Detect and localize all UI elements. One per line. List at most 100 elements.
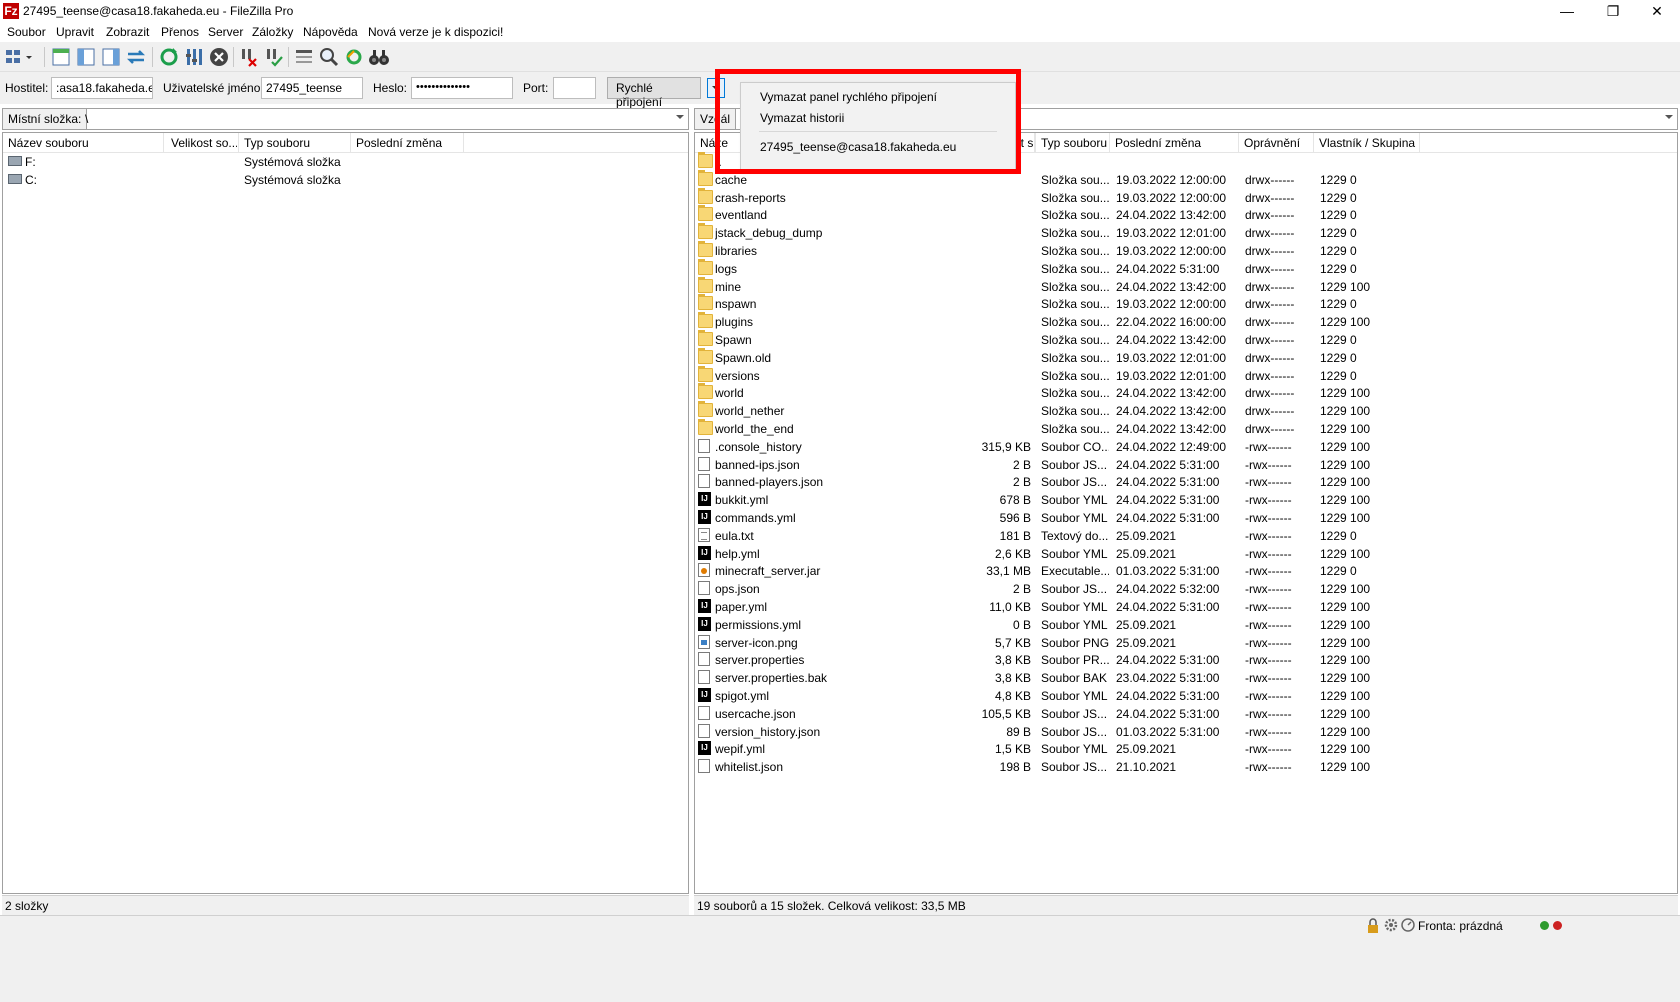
local-col-name[interactable]: Název souboru [8, 136, 158, 152]
menu-new-version[interactable]: Nová verze je k dispozici! [368, 25, 503, 39]
remote-row-size: 2 B [1012, 457, 1031, 472]
local-path-input[interactable]: \ [85, 112, 88, 126]
remote-row-owner: 1229 0 [1320, 350, 1357, 365]
remote-row[interactable]: banned-ips.json 2 B Soubor JS... 24.04.2022… [695, 456, 1677, 474]
directory-comparison-icon[interactable] [368, 46, 390, 68]
remote-row[interactable]: IJ spigot.yml 4,8 KB Soubor YML 24.04.2022 5… [695, 687, 1677, 705]
remote-row[interactable]: IJ permissions.yml 0 B Soubor YML 25.09.2021… [695, 616, 1677, 634]
folder-icon [698, 294, 713, 311]
chevron-down-icon[interactable] [676, 115, 684, 119]
remote-row[interactable]: server.properties.bak 3,8 KB Soubor BAK 23.… [695, 669, 1677, 687]
remote-path-label: Vzdál [695, 109, 737, 129]
window-title: 27495_teense@casa18.fakaheda.eu - FileZi… [23, 4, 294, 18]
remote-row[interactable]: banned-players.json 2 B Soubor JS... 24.04.… [695, 473, 1677, 491]
remote-row[interactable]: version_history.json 89 B Soubor JS... 01.0… [695, 723, 1677, 741]
remote-row[interactable]: cache Složka sou... 19.03.2022 12:00:00 drw… [695, 169, 1677, 189]
remote-row[interactable]: usercache.json 105,5 KB Soubor JS... 24.04.… [695, 705, 1677, 723]
port-input[interactable] [553, 77, 596, 99]
remote-col-owner[interactable]: Vlastník / Skupina [1319, 136, 1419, 152]
remote-row[interactable]: ops.json 2 B Soubor JS... 24.04.2022 5:32:0… [695, 580, 1677, 598]
restore-button[interactable]: ❐ [1590, 0, 1636, 22]
close-window-button[interactable]: ✕ [1634, 0, 1680, 22]
remote-row[interactable]: eula.txt 181 B Textový do... 25.09.2021 -rwx… [695, 527, 1677, 545]
quickconnect-history-dropdown[interactable] [707, 78, 725, 98]
remote-row[interactable]: IJ wepif.yml 1,5 KB Soubor YML 25.09.2021 -rw… [695, 740, 1677, 758]
remote-row[interactable]: world_nether Složka sou... 24.04.2022 13:4… [695, 401, 1677, 420]
remote-col-modified[interactable]: Poslední změna [1115, 136, 1235, 152]
remote-row-type: Složka sou... [1041, 297, 1109, 312]
password-input[interactable]: •••••••••••••• [411, 77, 513, 99]
host-input[interactable]: :asa18.fakaheda.eu [51, 77, 153, 99]
remote-row[interactable]: eventland Složka sou... 24.04.2022 13:42:0… [695, 205, 1677, 224]
remote-col-permissions[interactable]: Oprávnění [1244, 136, 1312, 152]
jar-file-icon [698, 563, 710, 578]
remote-row-size: 3,8 KB [994, 653, 1031, 668]
username-input[interactable]: 27495_teense [261, 77, 363, 99]
local-file-list[interactable]: Název souboru Velikost so... Typ souboru… [2, 132, 689, 894]
transfer-queue-icon[interactable] [125, 46, 147, 68]
remote-row[interactable]: IJ bukkit.yml 678 B Soubor YML 24.04.2022 5:… [695, 491, 1677, 509]
menu-zalozky[interactable]: Záložky [252, 25, 293, 39]
remote-row[interactable]: nspawn Složka sou... 19.03.2022 12:00:00 dr… [695, 294, 1677, 313]
remote-row-type: Soubor YML [1041, 600, 1108, 614]
menu-napoveda[interactable]: Nápověda [303, 25, 358, 39]
remote-row[interactable]: Spawn.old Složka sou... 19.03.2022 12:01:0… [695, 347, 1677, 367]
remote-row[interactable]: plugins Složka sou... 22.04.2022 16:00:00 d… [695, 312, 1677, 331]
refresh-icon[interactable] [158, 46, 180, 68]
remote-row[interactable]: jstack_debug_dump Složka sou... 19.03.2022… [695, 223, 1677, 242]
remote-row[interactable]: IJ paper.yml 11,0 KB Soubor YML 24.04.2022 5… [695, 598, 1677, 616]
remote-row[interactable]: logs Složka sou... 24.04.2022 5:31:00 drwx-… [695, 258, 1677, 278]
remote-row[interactable]: server.properties 3,8 KB Soubor PR... 24.04… [695, 651, 1677, 669]
minimize-button[interactable]: — [1544, 0, 1590, 22]
remote-row[interactable]: IJ commands.yml 596 B Soubor YML 24.04.2022 … [695, 509, 1677, 527]
menu-server[interactable]: Server [208, 25, 243, 39]
search-files-icon[interactable] [318, 46, 340, 68]
local-row[interactable]: F: Systémová složka [3, 153, 688, 171]
menu-clear-history[interactable]: Vymazat historii [742, 108, 1014, 128]
menu-soubor[interactable]: Soubor [7, 25, 46, 39]
local-col-modified[interactable]: Poslední změna [356, 136, 456, 152]
menu-prenos[interactable]: Přenos [161, 25, 199, 39]
remote-row[interactable]: .console_history 315,9 KB Soubor CO... 24.0… [695, 438, 1677, 456]
remote-row-size: 2 B [1012, 582, 1031, 597]
quickconnect-button[interactable]: Rychlé připojení [607, 77, 701, 109]
title-bar: Fz 27495_teense@casa18.fakaheda.eu - Fil… [0, 0, 1680, 22]
toggle-log-icon[interactable] [50, 46, 72, 68]
process-queue-icon[interactable] [183, 46, 205, 68]
local-row[interactable]: C: Systémová složka [3, 171, 688, 189]
disconnect-icon[interactable] [238, 46, 260, 68]
local-col-type[interactable]: Typ souboru [244, 136, 344, 152]
remote-file-list[interactable]: Náze elikost s... Typ souboru Poslední z… [694, 132, 1678, 894]
remote-row[interactable]: libraries Složka sou... 19.03.2022 12:00:0… [695, 241, 1677, 260]
remote-row-size: 0 B [1012, 617, 1031, 632]
local-col-size[interactable]: Velikost so... [171, 136, 237, 152]
directory-listing-filters-icon[interactable] [293, 46, 315, 68]
remote-row-name: libraries [715, 244, 758, 258]
remote-row[interactable]: crash-reports Složka sou... 19.03.2022 12:… [695, 187, 1677, 207]
toggle-remote-tree-icon[interactable] [100, 46, 122, 68]
remote-row[interactable]: IJ help.yml 2,6 KB Soubor YML 25.09.2021 -rwx… [695, 545, 1677, 563]
site-manager-icon[interactable] [4, 46, 32, 68]
remote-row[interactable]: world Složka sou... 24.04.2022 13:42:00 drw… [695, 383, 1677, 402]
menu-upravit[interactable]: Upravit [56, 25, 94, 39]
remote-row[interactable]: world_the_end Složka sou... 24.04.2022 13:… [695, 419, 1677, 438]
menu-zobrazit[interactable]: Zobrazit [106, 25, 149, 39]
folder-icon [698, 312, 713, 329]
remote-col-type[interactable]: Typ souboru [1041, 136, 1109, 152]
menu-history-entry[interactable]: 27495_teense@casa18.fakaheda.eu [742, 137, 1014, 157]
remote-row[interactable]: Spawn Složka sou... 24.04.2022 13:42:00 drw… [695, 330, 1677, 349]
remote-row[interactable]: versions Složka sou... 19.03.2022 12:01:00… [695, 365, 1677, 385]
remote-row-owner: 1229 100 [1320, 635, 1371, 650]
sync-browsing-icon[interactable] [343, 46, 365, 68]
remote-row-modified: 19.03.2022 12:01:00 [1116, 226, 1227, 241]
menu-clear-quickconnect[interactable]: Vymazat panel rychlého připojení [742, 87, 1014, 107]
remote-row[interactable]: whitelist.json 198 B Soubor JS... 21.10.202… [695, 758, 1677, 776]
cancel-icon[interactable] [208, 46, 230, 68]
remote-row[interactable]: mine Složka sou... 24.04.2022 13:42:00 drwx… [695, 276, 1677, 296]
remote-row[interactable]: server-icon.png 5,7 KB Soubor PNG 25.09.202… [695, 634, 1677, 652]
reconnect-icon[interactable] [263, 46, 285, 68]
toggle-local-tree-icon[interactable] [75, 46, 97, 68]
remote-row-perm: -rwx------ [1245, 689, 1292, 703]
chevron-down-icon[interactable] [1665, 115, 1673, 119]
remote-row[interactable]: minecraft_server.jar 33,1 MB Executable...… [695, 562, 1677, 580]
